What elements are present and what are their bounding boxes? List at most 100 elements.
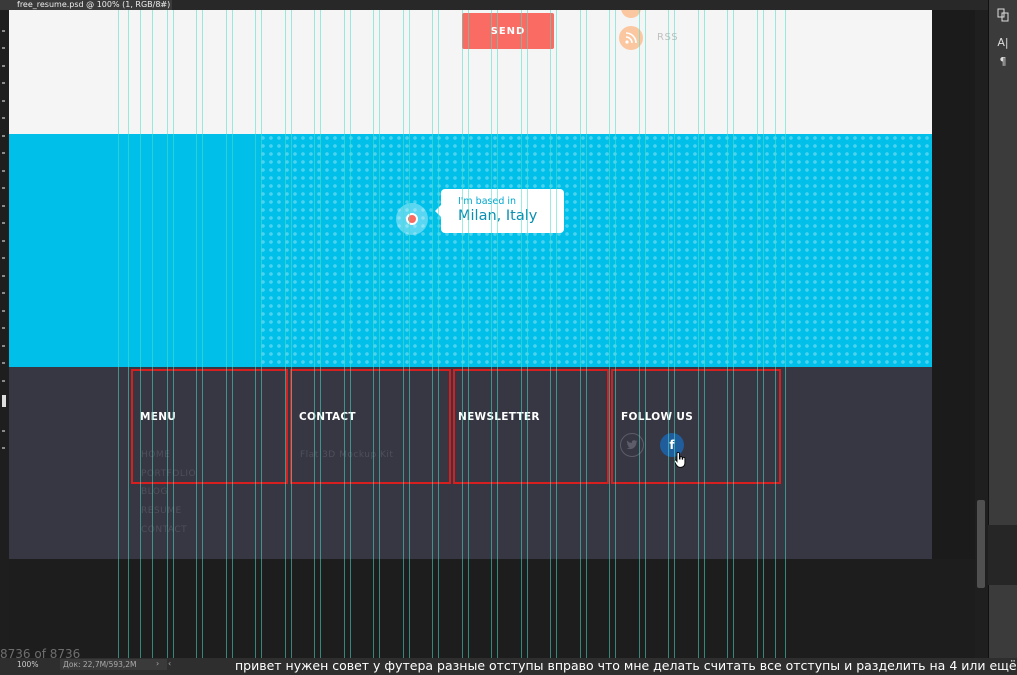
location-card: I'm based in Milan, Italy [435, 189, 564, 233]
tool-tick[interactable] [2, 170, 5, 172]
contact-heading: CONTACT [299, 411, 356, 423]
guide-line[interactable] [609, 10, 610, 658]
guide-line[interactable] [491, 10, 492, 658]
guide-line[interactable] [232, 10, 233, 658]
guide-line[interactable] [409, 10, 410, 658]
tool-tick[interactable] [2, 30, 5, 32]
guide-line[interactable] [727, 10, 728, 658]
tool-tick[interactable] [2, 222, 5, 224]
doc-size[interactable]: Док: 22,7M/593,2M [63, 660, 137, 669]
menu-link-home[interactable]: HOME [141, 450, 170, 460]
layers-compare-icon[interactable] [996, 8, 1010, 25]
guide-line[interactable] [403, 10, 404, 658]
tool-tick[interactable] [2, 205, 5, 207]
guide-line[interactable] [580, 10, 581, 658]
tool-tick[interactable] [2, 240, 5, 242]
guide-line[interactable] [202, 10, 203, 658]
guide-line[interactable] [140, 10, 141, 658]
guide-line[interactable] [344, 10, 345, 658]
guide-line[interactable] [704, 10, 705, 658]
guide-line[interactable] [320, 10, 321, 658]
zoom-level[interactable]: 100% [17, 660, 38, 669]
twitter-icon[interactable] [620, 433, 644, 457]
guide-line[interactable] [785, 10, 786, 658]
guide-line[interactable] [152, 10, 153, 658]
tool-tick[interactable] [2, 65, 5, 67]
location-pin-icon [406, 213, 418, 225]
guide-line[interactable] [527, 10, 528, 658]
guide-line[interactable] [674, 10, 675, 658]
guide-line[interactable] [468, 10, 469, 658]
guide-line[interactable] [615, 10, 616, 658]
left-toolbar [0, 10, 9, 658]
guide-line[interactable] [462, 10, 463, 658]
guide-line[interactable] [733, 10, 734, 658]
close-tab-icon[interactable]: × [159, 0, 166, 10]
guide-line[interactable] [757, 10, 758, 658]
tool-tick[interactable] [2, 447, 5, 449]
guide-line[interactable] [314, 10, 315, 658]
guide-line[interactable] [698, 10, 699, 658]
guide-line[interactable] [550, 10, 551, 658]
world-map-dots [259, 134, 932, 367]
character-panel-icon[interactable]: A| [996, 36, 1010, 49]
guide-line[interactable] [639, 10, 640, 658]
tool-tick[interactable] [2, 100, 5, 102]
guide-line[interactable] [285, 10, 286, 658]
tool-tick[interactable] [2, 345, 5, 347]
guide-line[interactable] [373, 10, 374, 658]
tool-tick[interactable] [2, 152, 5, 154]
guide-line[interactable] [261, 10, 262, 658]
tool-tick[interactable] [2, 310, 5, 312]
tool-tick[interactable] [2, 327, 5, 329]
guide-line[interactable] [118, 10, 119, 658]
guide-line[interactable] [255, 10, 256, 658]
scrollbar-thumb[interactable] [977, 500, 985, 588]
menu-heading: MENU [140, 411, 177, 423]
guide-line[interactable] [763, 10, 764, 658]
right-panel-lower [988, 525, 1017, 585]
tool-tick[interactable] [2, 82, 5, 84]
guide-line[interactable] [128, 10, 129, 658]
tool-tick[interactable] [2, 47, 5, 49]
guide-line[interactable] [173, 10, 174, 658]
guide-line[interactable] [432, 10, 433, 658]
guide-line[interactable] [586, 10, 587, 658]
guide-line[interactable] [521, 10, 522, 658]
guide-line[interactable] [556, 10, 557, 658]
guide-line[interactable] [438, 10, 439, 658]
document-canvas[interactable]: SEND RSS I'm based in Milan, Italy MENU … [9, 10, 932, 559]
guide-line[interactable] [775, 10, 776, 658]
tool-tick[interactable] [2, 117, 5, 119]
footer: MENU HOME PORTFOLIO BLOG RESUME CONTACT … [9, 367, 932, 559]
tool-tick[interactable] [2, 430, 5, 432]
menu-link-portfolio[interactable]: PORTFOLIO [141, 469, 196, 479]
guide-line[interactable] [379, 10, 380, 658]
tool-tick[interactable] [2, 275, 5, 277]
guide-line[interactable] [226, 10, 227, 658]
tool-tick[interactable] [2, 362, 5, 364]
status-arrow-right-icon[interactable]: › [156, 659, 159, 668]
tool-tick[interactable] [2, 135, 5, 137]
follow-column-box [611, 369, 781, 484]
guide-line[interactable] [291, 10, 292, 658]
pasteboard-right [932, 10, 975, 559]
guide-line[interactable] [167, 10, 168, 658]
tool-tick[interactable] [2, 292, 5, 294]
guide-line[interactable] [196, 10, 197, 658]
status-arrow-left-icon[interactable]: ‹ [168, 659, 171, 668]
guide-line[interactable] [645, 10, 646, 658]
paragraph-panel-icon[interactable]: ¶ [996, 55, 1010, 68]
tool-tick[interactable] [2, 187, 5, 189]
tool-tick[interactable] [2, 380, 5, 382]
menu-link-blog[interactable]: BLOG [141, 487, 168, 497]
color-swatch[interactable] [2, 395, 6, 407]
guide-line[interactable] [497, 10, 498, 658]
tool-tick[interactable] [2, 257, 5, 259]
menu-link-contact[interactable]: CONTACT [141, 525, 187, 535]
menu-link-resume[interactable]: RESUME [141, 506, 182, 516]
send-button[interactable]: SEND [462, 13, 554, 49]
guide-line[interactable] [668, 10, 669, 658]
guide-line[interactable] [350, 10, 351, 658]
document-tab[interactable]: free_resume.psd @ 100% (1, RGB/8#) × [0, 0, 172, 10]
